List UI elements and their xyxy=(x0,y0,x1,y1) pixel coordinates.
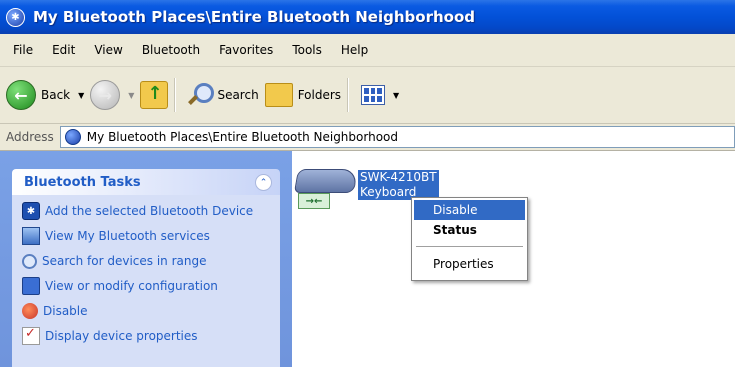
task-view-config[interactable]: View or modify configuration xyxy=(22,276,218,296)
views-button[interactable]: ▼ xyxy=(361,75,399,115)
task-device-properties[interactable]: Display device properties xyxy=(22,326,198,346)
toolbar: ← Back ▼ → ▼ Search Folders ▼ xyxy=(0,67,735,124)
menu-separator xyxy=(416,246,523,247)
toolbar-separator xyxy=(174,78,177,112)
search-label: Search xyxy=(217,88,259,102)
menu-favorites[interactable]: Favorites xyxy=(219,43,273,57)
address-value: My Bluetooth Places\Entire Bluetooth Nei… xyxy=(86,130,398,144)
search-button[interactable]: Search xyxy=(188,75,259,115)
context-menu: Disable Status Properties xyxy=(411,197,528,281)
menu-file[interactable]: File xyxy=(13,43,33,57)
back-label: Back xyxy=(41,88,71,102)
services-icon xyxy=(22,227,40,245)
search-icon xyxy=(22,253,37,269)
chevron-down-icon[interactable]: ▼ xyxy=(128,91,134,100)
folders-label: Folders xyxy=(297,88,342,102)
window-title: My Bluetooth Places\Entire Bluetooth Nei… xyxy=(33,8,475,26)
task-title: Bluetooth Tasks xyxy=(24,175,141,190)
menu-bluetooth[interactable]: Bluetooth xyxy=(142,43,200,57)
menu-help[interactable]: Help xyxy=(341,43,368,57)
menu-edit[interactable]: Edit xyxy=(52,43,75,57)
properties-icon xyxy=(22,326,40,345)
chevron-down-icon[interactable]: ▼ xyxy=(393,91,399,100)
address-input[interactable]: My Bluetooth Places\Entire Bluetooth Nei… xyxy=(59,126,735,148)
task-search-devices[interactable]: Search for devices in range xyxy=(22,251,206,271)
collapse-icon[interactable]: ⌃ xyxy=(255,174,272,191)
device-name: SWK-4210BT xyxy=(360,170,437,184)
up-folder-button[interactable] xyxy=(140,75,169,115)
keyboard-icon[interactable]: →← xyxy=(293,169,359,209)
address-bar: Address My Bluetooth Places\Entire Bluet… xyxy=(0,124,735,151)
address-label: Address xyxy=(6,130,54,144)
device-label[interactable]: SWK-4210BT Keyboard xyxy=(358,170,439,200)
menu-tools[interactable]: Tools xyxy=(292,43,322,57)
chevron-down-icon[interactable]: ▼ xyxy=(78,91,84,100)
menu-bar: File Edit View Bluetooth Favorites Tools… xyxy=(0,34,735,67)
forward-button[interactable]: → ▼ xyxy=(90,75,134,115)
views-icon xyxy=(361,85,386,105)
up-folder-icon xyxy=(140,81,169,109)
menu-item-properties[interactable]: Properties xyxy=(414,254,525,274)
back-arrow-icon: ← xyxy=(6,80,36,110)
connected-arrows-icon: →← xyxy=(298,193,330,209)
folders-icon xyxy=(264,83,293,107)
forward-arrow-icon: → xyxy=(90,80,121,110)
task-view-services[interactable]: View My Bluetooth services xyxy=(22,226,210,246)
disable-icon xyxy=(22,303,38,319)
menu-view[interactable]: View xyxy=(94,43,122,57)
folders-button[interactable]: Folders xyxy=(264,75,342,115)
back-button[interactable]: ← Back ▼ xyxy=(6,75,84,115)
bluetooth-icon: ✱ xyxy=(6,7,25,27)
task-pane: Bluetooth Tasks ⌃ ✱ Add the selected Blu… xyxy=(0,151,292,367)
config-icon xyxy=(22,277,40,295)
search-icon xyxy=(188,83,215,107)
toolbar-separator xyxy=(347,78,350,112)
task-list: ✱ Add the selected Bluetooth Device View… xyxy=(12,195,280,367)
bluetooth-icon: ✱ xyxy=(22,202,40,220)
task-header[interactable]: Bluetooth Tasks ⌃ xyxy=(12,169,280,195)
task-add-device[interactable]: ✱ Add the selected Bluetooth Device xyxy=(22,201,253,221)
bluetooth-places-icon xyxy=(64,129,81,145)
menu-item-disable[interactable]: Disable xyxy=(414,200,525,220)
menu-item-status[interactable]: Status xyxy=(414,220,525,240)
task-disable[interactable]: Disable xyxy=(22,301,88,321)
title-bar: ✱ My Bluetooth Places\Entire Bluetooth N… xyxy=(0,0,735,34)
